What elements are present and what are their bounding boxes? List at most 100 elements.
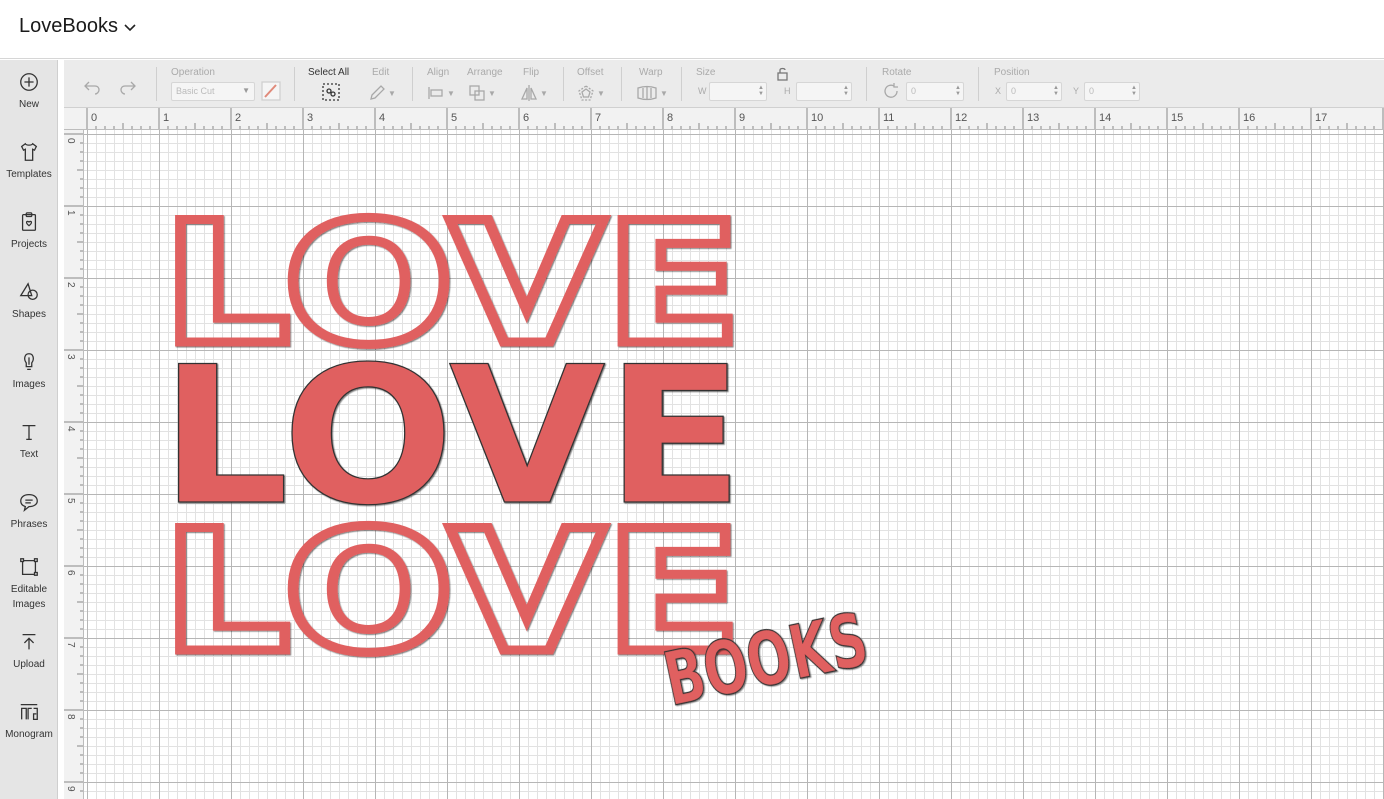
ruler-top-number: 13 — [1027, 112, 1039, 124]
size-w-label: W — [698, 86, 707, 96]
ruler-top-number: 11 — [883, 112, 894, 124]
flip-button[interactable]: ▼ — [520, 84, 548, 102]
offset-button[interactable]: ▼ — [577, 84, 605, 102]
pen-color-icon — [261, 81, 281, 101]
ruler-top-number: 0 — [91, 112, 97, 124]
sidebar-item-projects[interactable]: Projects — [0, 211, 58, 252]
stepper-icon: ▲ ▼ — [843, 85, 849, 97]
flip-icon — [520, 85, 538, 101]
color-swatch-button[interactable] — [261, 81, 281, 101]
sidebar-item-templates[interactable]: Templates — [0, 141, 58, 182]
rotate-icon — [884, 83, 898, 98]
position-y-label: Y — [1073, 86, 1080, 96]
lock-aspect-button[interactable] — [776, 67, 790, 81]
ruler-top-number: 9 — [739, 112, 745, 124]
ruler-top-number: 6 — [523, 112, 529, 124]
unlock-icon — [777, 67, 788, 81]
warp-icon — [637, 85, 657, 101]
sidebar-item-upload[interactable]: Upload — [0, 631, 58, 672]
arrange-button[interactable]: ▼ — [468, 84, 496, 102]
edit-button[interactable]: ▼ — [368, 84, 396, 102]
ruler-top-number: 10 — [811, 112, 823, 124]
shapes-icon — [19, 282, 38, 300]
clipboard-heart-icon — [21, 212, 37, 231]
app-header: LoveBooks — [0, 0, 1384, 59]
sidebar-item-editable-images[interactable]: Editable Images — [0, 556, 58, 612]
size-label: Size — [696, 67, 716, 78]
ruler-left: 0 1 2 3 4 5 6 7 8 9 — [64, 130, 84, 799]
design-canvas[interactable]: LOVE LOVE LOVE BOOKS — [84, 130, 1384, 799]
edit-label: Edit — [372, 67, 390, 78]
size-height-input[interactable]: ▲ ▼ — [796, 82, 852, 101]
sidebar-item-monogram[interactable]: Monogram — [0, 701, 58, 742]
ruler-top-number: 17 — [1315, 112, 1327, 124]
rotate-icon-button[interactable] — [882, 82, 900, 100]
operation-select[interactable]: Basic Cut ▼ — [171, 82, 255, 101]
sidebar-item-phrases[interactable]: Phrases — [0, 491, 58, 532]
redo-button[interactable] — [118, 77, 138, 97]
text-t-icon — [22, 424, 36, 440]
position-x-input[interactable]: 0 ▲ ▼ — [1006, 82, 1062, 101]
operation-label: Operation — [171, 67, 215, 78]
select-all-label: Select All — [308, 67, 350, 78]
ruler-left-number: 5 — [65, 498, 76, 504]
sidebar-item-shapes[interactable]: Shapes — [0, 281, 58, 322]
ruler-left-number: 4 — [65, 426, 76, 432]
align-label: Align — [427, 67, 450, 78]
warp-label: Warp — [639, 67, 663, 78]
love-outline-bottom-word[interactable]: LOVE — [158, 490, 747, 695]
chevron-down-icon: ▼ — [597, 88, 605, 98]
position-x-label: X — [995, 86, 1002, 96]
chevron-down-icon: ▼ — [488, 88, 496, 98]
ruler-top-number: 2 — [235, 112, 241, 124]
stepper-icon: ▲ ▼ — [1131, 85, 1137, 97]
love-books-design[interactable]: LOVE LOVE LOVE BOOKS — [84, 130, 1384, 799]
lightbulb-icon — [24, 353, 34, 370]
tshirt-icon — [20, 142, 38, 161]
arrange-label: Arrange — [467, 67, 503, 78]
project-title-dropdown[interactable]: LoveBooks — [19, 15, 138, 38]
offset-label: Offset — [577, 67, 604, 78]
flip-label: Flip — [523, 67, 540, 78]
ruler-left-number: 3 — [65, 354, 76, 360]
chevron-down-icon: ▼ — [660, 88, 668, 98]
chevron-down-icon: ▼ — [242, 86, 250, 95]
stepper-icon: ▲ ▼ — [955, 85, 961, 97]
ruler-left-number: 9 — [65, 786, 76, 792]
stepper-icon: ▲ ▼ — [1053, 85, 1059, 97]
position-label: Position — [994, 67, 1030, 78]
top-toolbar: Operation Basic Cut ▼ Select All Edit ▼ … — [64, 60, 1384, 108]
monogram-icon — [20, 704, 38, 720]
ruler-left-number: 8 — [65, 714, 76, 720]
position-y-input[interactable]: 0 ▲ ▼ — [1084, 82, 1140, 101]
align-button[interactable]: ▼ — [427, 84, 455, 102]
ruler-left-number: 1 — [65, 210, 76, 216]
ruler-left-number: 6 — [65, 570, 76, 576]
chevron-down-icon: ▼ — [388, 88, 396, 98]
stepper-icon: ▲ ▼ — [758, 85, 764, 97]
warp-button[interactable]: ▼ — [636, 84, 668, 102]
offset-icon — [578, 85, 594, 101]
undo-button[interactable] — [82, 77, 102, 97]
plus-circle-icon — [20, 73, 38, 91]
ruler-top-number: 3 — [307, 112, 313, 124]
ruler-top-number: 8 — [667, 112, 673, 124]
size-h-label: H — [784, 86, 791, 96]
speech-bubble-icon — [20, 494, 38, 512]
ruler-top-number: 12 — [955, 112, 967, 124]
rotate-input[interactable]: 0 ▲ ▼ — [906, 82, 964, 101]
sidebar-item-new[interactable]: New — [0, 71, 58, 112]
ruler-top-number: 7 — [595, 112, 601, 124]
sidebar-item-text[interactable]: Text — [0, 421, 58, 462]
select-all-button[interactable] — [321, 82, 341, 102]
ruler-left-number: 7 — [65, 642, 76, 648]
project-title: LoveBooks — [19, 15, 118, 37]
undo-icon — [84, 81, 100, 95]
rotate-label: Rotate — [882, 67, 912, 78]
ruler-top-number: 16 — [1243, 112, 1255, 124]
sidebar-item-images[interactable]: Images — [0, 351, 58, 392]
ruler-left-number: 2 — [65, 282, 76, 288]
align-icon — [428, 87, 443, 99]
ruler-left-number: 0 — [65, 138, 76, 144]
size-width-input[interactable]: ▲ ▼ — [709, 82, 767, 101]
